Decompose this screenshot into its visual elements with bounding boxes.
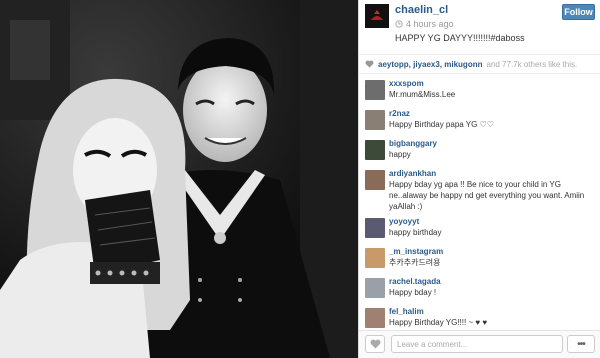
commenter-avatar[interactable]: [365, 80, 385, 100]
post-panel: chaelin_cl 4 hours ago Follow HAPPY YG D…: [358, 0, 600, 358]
comment-text: Mr.mum&Miss.Lee: [389, 90, 456, 99]
comment-item: rachel.tagada Happy bday !: [359, 274, 600, 304]
comment-username[interactable]: bigbanggary: [389, 138, 600, 149]
post-time: 4 hours ago: [395, 19, 454, 29]
post-header: chaelin_cl 4 hours ago Follow HAPPY YG D…: [359, 0, 600, 52]
photo-image: [0, 0, 358, 358]
commenter-avatar[interactable]: [365, 218, 385, 238]
comment-text: happy: [389, 150, 411, 159]
comment-item: yoyoyyt happy birthday: [359, 214, 600, 244]
likes-row: aeytopp, jiyaex3, mikugonn and 77.7k oth…: [359, 54, 600, 74]
commenter-avatar[interactable]: [365, 170, 385, 190]
comment-item: _m_instagram 추카추카드려용: [359, 244, 600, 274]
comment-text: 추카추카드려용: [389, 258, 441, 267]
commenter-avatar[interactable]: [365, 110, 385, 130]
comment-item: xxxspom Mr.mum&Miss.Lee: [359, 76, 600, 106]
comment-username[interactable]: xxxspom: [389, 78, 600, 89]
comment-text: happy birthday: [389, 228, 442, 237]
commenter-avatar[interactable]: [365, 278, 385, 298]
comments-list: xxxspom Mr.mum&Miss.Lee r2naz Happy Birt…: [359, 76, 600, 328]
heart-icon: [365, 60, 374, 68]
comment-username[interactable]: ardiyankhan: [389, 168, 600, 179]
comment-input[interactable]: [391, 335, 563, 353]
comment-item: ardiyankhan Happy bday yg apa !! Be nice…: [359, 166, 600, 214]
post-caption: HAPPY YG DAYYY!!!!!!!#daboss: [395, 33, 525, 43]
post-photo: [0, 0, 358, 358]
comment-username[interactable]: yoyoyyt: [389, 216, 600, 227]
avatar-image: [365, 4, 389, 28]
likers-list[interactable]: aeytopp, jiyaex3, mikugonn: [378, 60, 482, 69]
likes-count: and 77.7k others like this.: [486, 59, 578, 69]
more-options-button[interactable]: •••: [567, 335, 595, 353]
comment-text: Happy Birthday YG!!!! ~ ♥ ♥: [389, 318, 488, 327]
comment-item: r2naz Happy Birthday papa YG ♡♡: [359, 106, 600, 136]
comment-item: fel_halim Happy Birthday YG!!!! ~ ♥ ♥: [359, 304, 600, 328]
commenter-avatar[interactable]: [365, 248, 385, 268]
commenter-avatar[interactable]: [365, 140, 385, 160]
comment-username[interactable]: rachel.tagada: [389, 276, 600, 287]
like-button[interactable]: [365, 335, 385, 353]
comment-footer: •••: [359, 330, 600, 358]
comment-text: Happy Birthday papa YG ♡♡: [389, 120, 494, 129]
post-username[interactable]: chaelin_cl: [395, 4, 448, 16]
post-time-text: 4 hours ago: [406, 19, 454, 29]
heart-icon: [370, 339, 380, 349]
comment-text: Happy bday yg apa !! Be nice to your chi…: [389, 180, 585, 211]
comment-text: Happy bday !: [389, 288, 437, 297]
follow-button[interactable]: Follow: [562, 4, 595, 20]
comment-username[interactable]: r2naz: [389, 108, 600, 119]
commenter-avatar[interactable]: [365, 308, 385, 328]
user-avatar[interactable]: [365, 4, 389, 28]
comment-item: bigbanggary happy: [359, 136, 600, 166]
clock-icon: [395, 20, 403, 28]
comment-username[interactable]: _m_instagram: [389, 246, 600, 257]
comment-username[interactable]: fel_halim: [389, 306, 600, 317]
